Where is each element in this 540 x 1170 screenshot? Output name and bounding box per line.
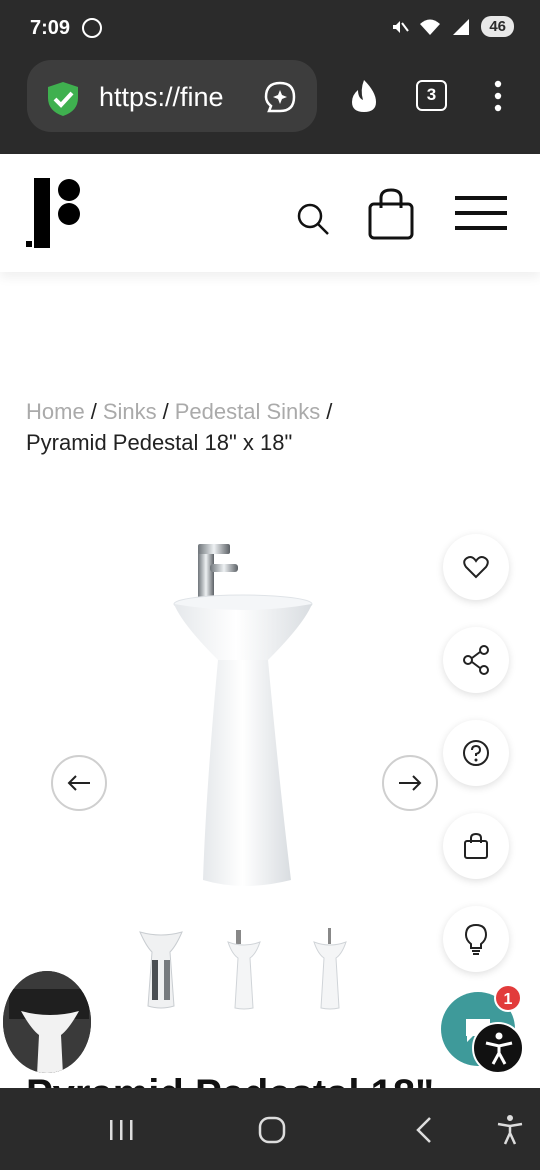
url-text[interactable]: https://fine (99, 82, 249, 113)
search-icon[interactable] (296, 202, 330, 236)
thumbnail-2[interactable] (226, 926, 262, 1010)
site-header (0, 154, 540, 272)
recent-apps-icon[interactable] (108, 1118, 136, 1142)
thumbnail-1[interactable] (138, 926, 184, 1010)
arrow-left-icon (67, 775, 90, 791)
prev-image-button[interactable] (51, 755, 107, 811)
breadcrumb-pedestal-sinks[interactable]: Pedestal Sinks (175, 399, 321, 424)
status-bar: 7:09 46 (0, 0, 540, 56)
question-icon (463, 740, 489, 766)
wishlist-button[interactable] (443, 534, 509, 600)
browser-toolbar: https://fine 3 (0, 56, 540, 154)
video-thumbnail (3, 971, 91, 1073)
more-icon[interactable] (494, 80, 502, 112)
breadcrumb-sinks[interactable]: Sinks (103, 399, 157, 424)
product-image[interactable] (160, 540, 330, 895)
video-preview[interactable] (0, 968, 94, 1076)
next-image-button[interactable] (382, 755, 438, 811)
heart-icon (463, 556, 489, 579)
battery-level: 46 (481, 16, 514, 37)
tabs-button[interactable]: 3 (416, 80, 447, 111)
breadcrumb-current: Pyramid Pedestal 18" x 18" (26, 430, 293, 455)
accessibility-icon (485, 1032, 513, 1065)
status-icons: 46 (389, 16, 514, 37)
breadcrumb-separator: / (90, 399, 97, 424)
signal-icon (453, 18, 470, 35)
system-nav-bar (0, 1088, 540, 1170)
breadcrumb-separator: / (326, 399, 333, 424)
url-bar[interactable]: https://fine (27, 60, 317, 132)
help-button[interactable] (443, 720, 509, 786)
flame-icon[interactable] (348, 78, 380, 114)
quick-buy-button[interactable] (443, 813, 509, 879)
chat-badge: 1 (494, 984, 522, 1012)
site-logo[interactable] (26, 178, 84, 248)
breadcrumb-home[interactable]: Home (26, 399, 85, 424)
menu-icon[interactable] (455, 196, 507, 230)
accessibility-button[interactable] (472, 1022, 524, 1074)
status-time: 7:09 (30, 17, 71, 39)
bag-icon (464, 832, 488, 859)
home-icon[interactable] (258, 1116, 286, 1144)
shopping-bag-icon[interactable] (368, 188, 414, 240)
mute-icon (393, 20, 410, 33)
assistant-icon[interactable] (263, 80, 297, 114)
share-button[interactable] (443, 627, 509, 693)
ideas-button[interactable] (443, 906, 509, 972)
thumbnail-3[interactable] (312, 926, 348, 1010)
shield-check-icon[interactable] (45, 80, 81, 118)
back-icon[interactable] (414, 1116, 434, 1144)
breadcrumb-separator: / (162, 399, 169, 424)
breadcrumb: Home / Sinks / Pedestal Sinks / Pyramid Pedes… (26, 396, 516, 458)
accessibility-nav-icon[interactable] (496, 1114, 524, 1146)
messenger-icon (82, 18, 102, 38)
lightbulb-icon (464, 923, 488, 955)
arrow-right-icon (399, 775, 422, 791)
wifi-icon (420, 19, 441, 35)
share-icon (463, 645, 489, 675)
